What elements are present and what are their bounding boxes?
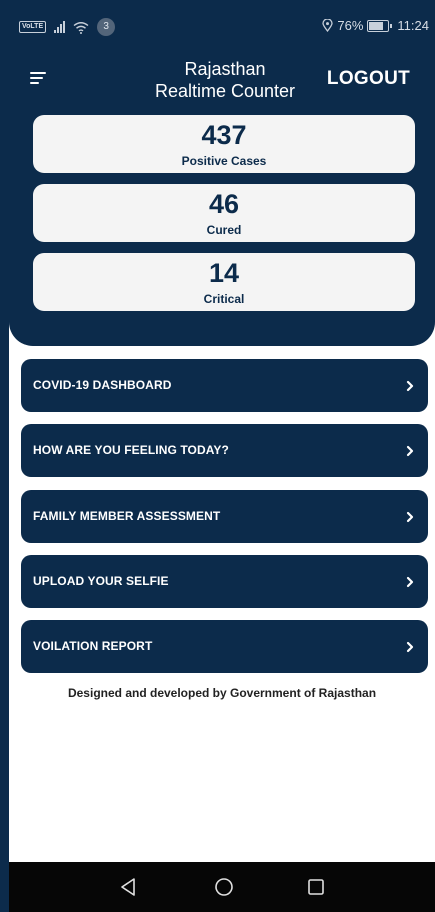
- violation-report-button[interactable]: VOILATION REPORT: [21, 620, 428, 673]
- critical-card: 14 Critical: [33, 253, 415, 311]
- status-right: 76% 11:24: [322, 18, 429, 33]
- chevron-right-icon: [406, 576, 414, 588]
- wifi-icon: [73, 21, 89, 34]
- app-screen: VoLTE 3 76% 11:24 Rajasthan Realtime Cou…: [9, 0, 435, 912]
- signal-icon: [54, 21, 66, 33]
- chevron-right-icon: [406, 511, 414, 523]
- positive-cases-card: 437 Positive Cases: [33, 115, 415, 173]
- menu-button-label: UPLOAD YOUR SELFIE: [33, 574, 169, 588]
- android-nav-bar: [9, 862, 435, 912]
- status-time: 11:24: [397, 18, 429, 33]
- covid-dashboard-button[interactable]: COVID-19 DASHBOARD: [21, 359, 428, 412]
- menu-button-label: HOW ARE YOU FEELING TODAY?: [33, 443, 229, 457]
- hamburger-menu-icon[interactable]: [30, 70, 50, 86]
- battery-icon: [367, 19, 393, 32]
- recents-square-icon[interactable]: [304, 875, 328, 899]
- cured-label: Cured: [206, 223, 242, 237]
- header-panel: VoLTE 3 76% 11:24 Rajasthan Realtime Cou…: [9, 0, 435, 346]
- app-title-line2: Realtime Counter: [154, 81, 296, 101]
- positive-cases-value: 437: [201, 120, 247, 150]
- app-bar: Rajasthan Realtime Counter LOGOUT: [9, 52, 435, 108]
- footer-credit: Designed and developed by Government of …: [67, 686, 377, 700]
- app-title: Rajasthan Realtime Counter: [139, 58, 311, 102]
- chevron-right-icon: [406, 445, 414, 457]
- menu-button-label: FAMILY MEMBER ASSESSMENT: [33, 509, 221, 523]
- cured-value: 46: [208, 189, 240, 219]
- app-title-line1: Rajasthan: [184, 59, 266, 79]
- back-triangle-icon[interactable]: [117, 875, 141, 899]
- feeling-today-button[interactable]: HOW ARE YOU FEELING TODAY?: [21, 424, 428, 477]
- status-left: VoLTE 3: [19, 18, 116, 36]
- battery-percent: 76%: [337, 18, 364, 33]
- critical-label: Critical: [203, 292, 245, 306]
- status-bar: VoLTE 3 76% 11:24: [9, 0, 435, 52]
- chevron-right-icon: [406, 641, 414, 653]
- menu-button-label: COVID-19 DASHBOARD: [33, 378, 172, 392]
- logout-button[interactable]: LOGOUT: [327, 68, 410, 90]
- positive-cases-label: Positive Cases: [181, 154, 267, 168]
- notification-count-badge: 3: [97, 18, 116, 36]
- location-icon: [322, 19, 334, 32]
- menu-button-label: VOILATION REPORT: [33, 639, 153, 653]
- volte-icon: VoLTE: [19, 21, 47, 33]
- chevron-right-icon: [406, 380, 414, 392]
- upload-selfie-button[interactable]: UPLOAD YOUR SELFIE: [21, 555, 428, 608]
- critical-value: 14: [208, 258, 240, 288]
- family-assessment-button[interactable]: FAMILY MEMBER ASSESSMENT: [21, 490, 428, 543]
- home-circle-icon[interactable]: [212, 875, 236, 899]
- cured-card: 46 Cured: [33, 184, 415, 242]
